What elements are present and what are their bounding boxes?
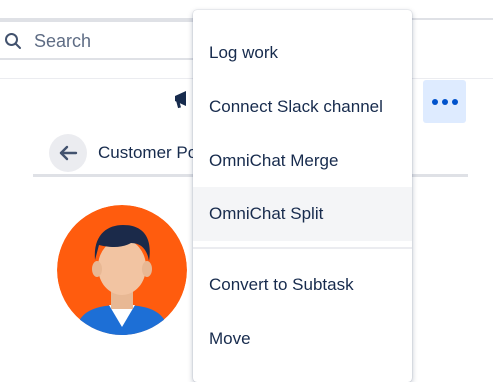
search-placeholder: Search [34, 31, 92, 51]
search-icon [5, 33, 21, 49]
more-dot [442, 99, 448, 105]
more-actions-menu: Log work Connect Slack channel OmniChat … [193, 10, 412, 382]
more-horizontal-icon [432, 99, 438, 105]
menu-item-move[interactable]: Move [193, 312, 412, 366]
arrow-left-icon [59, 145, 78, 161]
avatar [57, 205, 187, 335]
menu-divider [193, 247, 412, 249]
menu-item-omnichat-split[interactable]: OmniChat Split [193, 187, 412, 241]
menu-item-convert-to-subtask[interactable]: Convert to Subtask [193, 258, 412, 312]
more-dot [452, 99, 458, 105]
search-input[interactable]: Search [0, 20, 216, 60]
menu-item-connect-slack-channel[interactable]: Connect Slack channel [193, 80, 412, 134]
breadcrumb-label[interactable]: Customer Portal [98, 143, 198, 163]
more-actions-button[interactable] [423, 80, 466, 123]
back-button[interactable] [49, 134, 87, 172]
menu-item-omnichat-merge[interactable]: OmniChat Merge [193, 134, 412, 188]
menu-item-log-work[interactable]: Log work [193, 26, 412, 80]
